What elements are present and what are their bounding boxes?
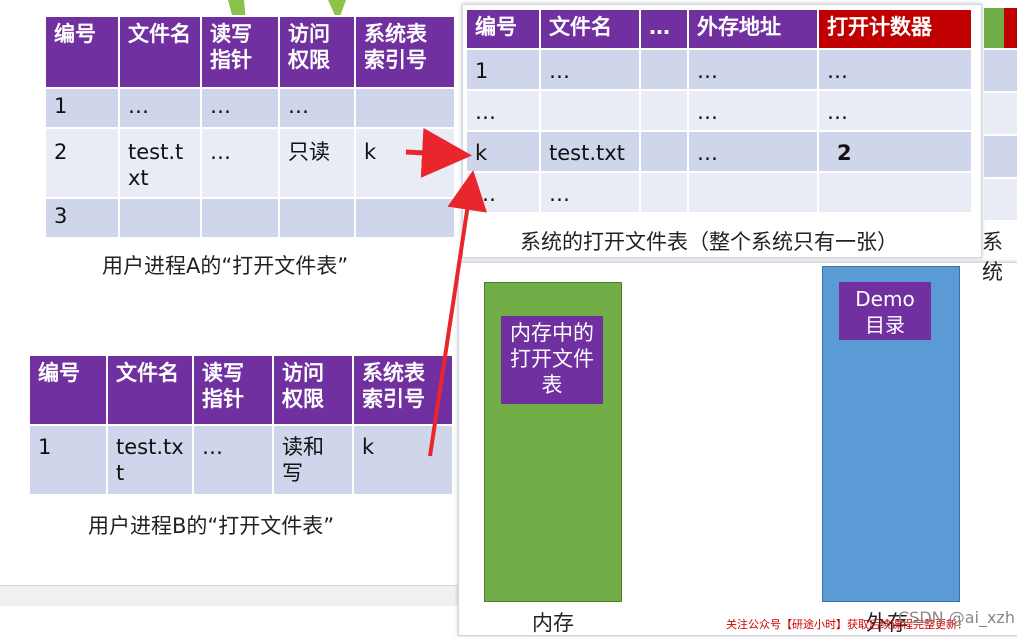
csdn-credit: CSDN @ai_xzh [898,608,1015,627]
red-arrows [405,127,487,457]
arrow-a-to-system [405,127,472,178]
arrow-b-to-system [428,170,487,457]
